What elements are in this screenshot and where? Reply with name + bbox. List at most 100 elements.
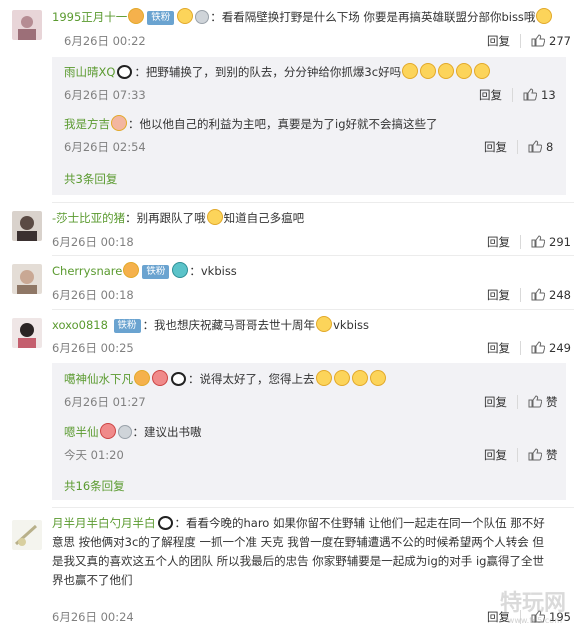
username[interactable]: 噶神仙水下凡 (64, 372, 133, 386)
avatar[interactable] (12, 211, 42, 241)
divider (52, 202, 574, 203)
reply-button[interactable]: 回复 (484, 394, 507, 410)
comment-text: ：看看隔壁换打野是什么下场 你要是再搞英雄联盟分部你biss哦 (210, 10, 536, 24)
divider (52, 255, 574, 256)
emoji-icon (111, 115, 127, 131)
username[interactable]: Cherrysnare (52, 264, 122, 278)
reply-button[interactable]: 回复 (487, 287, 510, 303)
like-count: 277 (549, 34, 571, 48)
watermark: 特玩网 (499, 591, 566, 616)
reply-button[interactable]: 回复 (479, 87, 502, 103)
like-button[interactable]: 8 (528, 140, 553, 154)
like-button[interactable]: 13 (523, 88, 556, 102)
like-button[interactable]: 277 (531, 34, 571, 48)
like-count: 249 (549, 341, 571, 355)
comment-actions: 回复 277 (487, 33, 571, 49)
comment-text: ：我也想庆祝藏马哥哥去世十周年 (142, 318, 316, 332)
avatar[interactable] (12, 520, 42, 550)
emoji-icon (420, 63, 437, 79)
eye-badge-icon (172, 262, 189, 278)
reply-button[interactable]: 回复 (487, 340, 510, 356)
fan-badge-icon (134, 370, 150, 386)
avatar[interactable] (12, 318, 42, 348)
emoji-icon (351, 370, 368, 386)
avatar[interactable] (12, 264, 42, 294)
emoji-icon (474, 63, 491, 79)
reply-line: 雨山晴XQ ：把野辅换了，到别的队去，分分钟给你抓爆3c好吗 (64, 63, 558, 81)
thumbs-up-icon (531, 34, 545, 47)
emoji-icon (333, 370, 350, 386)
more-replies-link[interactable]: 共3条回复 (64, 171, 117, 187)
reply-button[interactable]: 回复 (487, 33, 510, 49)
reply-time: 6月26日 02:54 (64, 140, 146, 154)
divider (520, 341, 521, 355)
username[interactable]: xoxo0818 (52, 318, 108, 332)
like-count: 248 (549, 288, 571, 302)
comment-text: 界也赢不了他们 (52, 573, 133, 587)
reply-text: ：他以他自己的利益为主吧，真要是为了ig好就不会搞这些了 (128, 117, 438, 131)
comment-text-cont: 知道自己多瘟吧 (223, 211, 305, 225)
divider (517, 448, 518, 462)
fan-badge-icon (123, 262, 140, 278)
comment-text: 是我又真的喜欢这五个人的团队 所以我最后的忠告 你家野辅要是一起成为ig的对手 … (52, 554, 544, 568)
iron-fan-badge: 铁粉 (142, 265, 170, 279)
emoji-icon (316, 316, 333, 332)
username[interactable]: 嗯半仙 (64, 425, 99, 439)
like-button[interactable]: 赞 (528, 394, 558, 410)
comment-time: 6月26日 00:25 (52, 341, 134, 355)
divider (52, 309, 574, 310)
username[interactable]: 我是方吉 (64, 117, 110, 131)
avatar[interactable] (12, 10, 42, 40)
thumbs-up-icon (528, 448, 542, 461)
thumbs-up-icon (531, 235, 545, 248)
emoji-icon (315, 370, 332, 386)
divider (520, 235, 521, 249)
reply-time: 今天 01:20 (64, 448, 124, 462)
watermark-url: www.te5.com (507, 616, 562, 625)
like-button[interactable]: 291 (531, 235, 571, 249)
reply-line: 噶神仙水下凡 ：说得太好了，您得上去 (64, 370, 558, 388)
reply-button[interactable]: 回复 (484, 447, 507, 463)
reply-button[interactable]: 回复 (484, 139, 507, 155)
username[interactable]: 雨山晴XQ (64, 65, 115, 79)
divider (517, 395, 518, 409)
like-label: 赞 (546, 448, 558, 462)
divider (520, 34, 521, 48)
comment-time: 6月26日 00:18 (52, 235, 134, 249)
divider (512, 88, 513, 102)
comment-actions: 回复 249 (487, 340, 571, 356)
iron-fan-badge: 铁粉 (147, 11, 175, 25)
like-button[interactable]: 赞 (528, 447, 558, 463)
thumbs-up-icon (528, 395, 542, 408)
fan-badge-icon (128, 8, 145, 24)
username[interactable]: 月半月半白勺月半白 (52, 516, 156, 530)
like-button[interactable]: 249 (531, 341, 571, 355)
panda-icon (157, 516, 173, 530)
like-count: 13 (541, 88, 556, 102)
like-label: 赞 (546, 395, 558, 409)
like-count: 8 (546, 140, 554, 154)
comment-actions: 回复 291 (487, 234, 571, 250)
thumbs-up-icon (531, 288, 545, 301)
reply-button[interactable]: 回复 (487, 234, 510, 250)
reply-thread: 雨山晴XQ ：把野辅换了，到别的队去，分分钟给你抓爆3c好吗 6月26日 07:3… (52, 57, 566, 195)
like-count: 291 (549, 235, 571, 249)
comment-text: 意思 按他俩对3c的了解程度 一抓一个准 天克 我曾一度在野辅遭遇不公的时候希望… (52, 535, 544, 549)
emoji-icon (456, 63, 473, 79)
reply-actions: 回复 赞 (484, 447, 558, 463)
username[interactable]: 1995正月十一 (52, 10, 127, 24)
emoji-icon (536, 8, 553, 24)
username[interactable]: -莎士比亚的猪 (52, 211, 125, 225)
like-button[interactable]: 248 (531, 288, 571, 302)
emoji-icon (177, 8, 194, 24)
comment-actions: 回复 248 (487, 287, 571, 303)
reply-line: 我是方吉 ：他以他自己的利益为主吧，真要是为了ig好就不会搞这些了 (64, 115, 558, 133)
reply-text: ：建议出书嗷 (132, 425, 202, 439)
divider (520, 288, 521, 302)
iron-fan-badge: 铁粉 (113, 319, 141, 333)
more-replies-link[interactable]: 共16条回复 (64, 478, 125, 494)
reply-actions: 回复 赞 (484, 394, 558, 410)
divider (52, 507, 574, 508)
panda-icon (117, 65, 133, 79)
emoji-icon (369, 370, 386, 386)
